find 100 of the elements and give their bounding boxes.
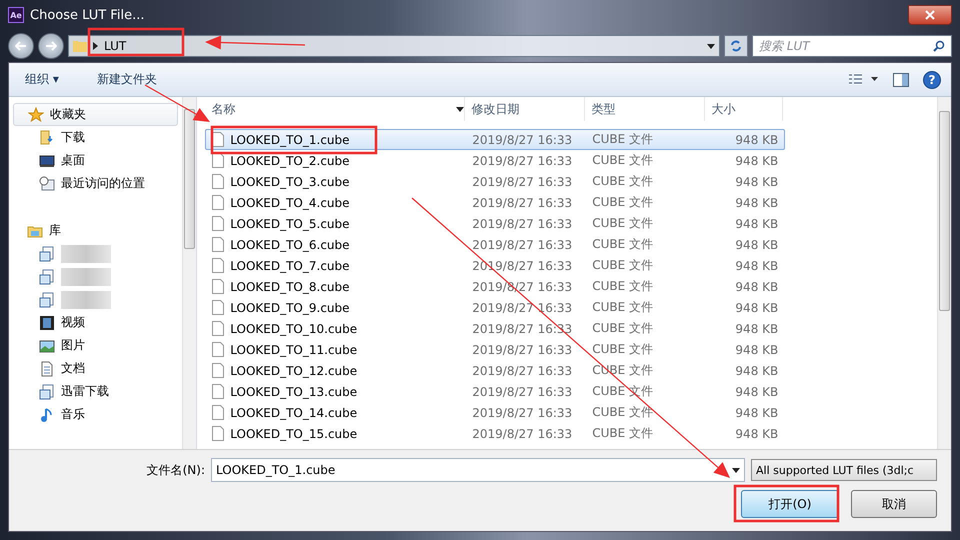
folder-icon bbox=[73, 40, 87, 52]
type-cell-text: CUBE 文件 bbox=[591, 341, 654, 358]
file-row[interactable]: LOOKED_TO_3.cube 2019/8/27 16:33 CUBE 文件 948 KB bbox=[205, 171, 786, 192]
date-cell-text: 2019/8/27 16:33 bbox=[471, 216, 574, 230]
type-cell-text: CUBE 文件 bbox=[591, 173, 654, 190]
date-cell-text: 2019/8/27 16:33 bbox=[471, 154, 574, 168]
file-icon bbox=[212, 384, 224, 399]
size-cell-text: 948 KB bbox=[734, 174, 780, 188]
file-row[interactable]: LOOKED_TO_9.cube 2019/8/27 16:33 CUBE 文件 948 KB bbox=[205, 297, 786, 318]
sidebar-item[interactable]: 图片 bbox=[9, 334, 182, 357]
help-button[interactable]: ? bbox=[923, 70, 941, 88]
file-list-scrollbar[interactable] bbox=[937, 97, 951, 449]
file-row[interactable]: LOOKED_TO_4.cube 2019/8/27 16:33 CUBE 文件 948 KB bbox=[205, 192, 786, 213]
sidebar-item[interactable]: 桌面 bbox=[9, 149, 182, 172]
file-icon bbox=[212, 279, 224, 294]
sidebar-label: 桌面 bbox=[61, 152, 85, 169]
date-cell-text: 2019/8/27 16:33 bbox=[471, 196, 574, 210]
size-cell-text: 948 KB bbox=[734, 280, 780, 294]
file-name-cell: LOOKED_TO_10.cube bbox=[206, 321, 358, 336]
sidebar-label: 最近访问的位置 bbox=[61, 175, 145, 192]
sidebar-label: 文档 bbox=[61, 360, 85, 377]
file-icon bbox=[212, 405, 224, 420]
sidebar-item[interactable]: 库 bbox=[9, 219, 182, 242]
monitor-icon bbox=[39, 152, 55, 168]
back-arrow-icon bbox=[15, 41, 27, 51]
path-segment[interactable]: LUT bbox=[104, 39, 126, 53]
file-name-cell: LOOKED_TO_8.cube bbox=[206, 279, 350, 294]
sidebar-item[interactable]: 下载 bbox=[9, 126, 182, 149]
file-name-cell: LOOKED_TO_6.cube bbox=[206, 237, 350, 252]
type-cell-text: CUBE 文件 bbox=[591, 320, 654, 337]
size-cell-text: 948 KB bbox=[734, 300, 780, 314]
sidebar-item[interactable]: 视频 bbox=[9, 311, 182, 334]
date-cell-text: 2019/8/27 16:33 bbox=[471, 384, 574, 398]
file-icon bbox=[212, 153, 224, 168]
app-logo: Ae bbox=[8, 7, 24, 23]
new-folder-button[interactable]: 新建文件夹 bbox=[90, 69, 163, 90]
file-type-dropdown[interactable]: All supported LUT files (3dl;c bbox=[751, 459, 937, 481]
cancel-button[interactable]: 取消 bbox=[851, 490, 937, 518]
document-icon bbox=[39, 360, 55, 376]
type-cell-text: CUBE 文件 bbox=[591, 215, 654, 232]
breadcrumb-arrow-icon bbox=[93, 42, 98, 50]
file-row[interactable]: LOOKED_TO_14.cube 2019/8/27 16:33 CUBE 文件 948 KB bbox=[205, 402, 786, 423]
date-cell-text: 2019/8/27 16:33 bbox=[471, 342, 574, 356]
column-header[interactable]: 类型 bbox=[585, 97, 706, 121]
file-name-cell: LOOKED_TO_11.cube bbox=[206, 342, 358, 357]
column-header[interactable]: 修改日期 bbox=[465, 97, 586, 121]
file-row[interactable]: LOOKED_TO_2.cube 2019/8/27 16:33 CUBE 文件 948 KB bbox=[205, 150, 786, 171]
sidebar-item[interactable]: 最近访问的位置 bbox=[9, 172, 182, 195]
size-cell-text: 948 KB bbox=[734, 154, 780, 168]
preview-pane-icon[interactable] bbox=[893, 72, 909, 86]
blurred-label bbox=[61, 268, 111, 286]
open-button[interactable]: 打开(O) bbox=[741, 490, 839, 518]
file-name-cell: LOOKED_TO_2.cube bbox=[206, 153, 350, 168]
dropdown-caret-icon bbox=[732, 468, 740, 472]
sidebar-item[interactable]: 文档 bbox=[9, 357, 182, 380]
file-icon bbox=[212, 237, 224, 252]
refresh-button[interactable] bbox=[724, 35, 748, 57]
dropdown-caret-icon bbox=[456, 106, 464, 112]
close-button[interactable] bbox=[908, 5, 952, 25]
date-cell-text: 2019/8/27 16:33 bbox=[471, 364, 574, 378]
forward-button[interactable] bbox=[38, 33, 64, 59]
sidebar-item[interactable]: 迅雷下载 bbox=[9, 380, 182, 403]
type-cell-text: CUBE 文件 bbox=[591, 278, 654, 295]
file-row[interactable]: LOOKED_TO_1.cube 2019/8/27 16:33 CUBE 文件 948 KB bbox=[205, 129, 786, 150]
type-cell-text: CUBE 文件 bbox=[591, 152, 654, 169]
blurred-label bbox=[61, 290, 111, 308]
file-icon bbox=[212, 195, 224, 210]
file-icon bbox=[212, 342, 224, 357]
organize-menu[interactable]: 组织 ▾ bbox=[19, 69, 65, 90]
sidebar-scrollbar[interactable] bbox=[182, 97, 196, 449]
sidebar-item[interactable]: 音乐 bbox=[9, 403, 182, 426]
file-row[interactable]: LOOKED_TO_6.cube 2019/8/27 16:33 CUBE 文件 948 KB bbox=[205, 234, 786, 255]
file-row[interactable]: LOOKED_TO_11.cube 2019/8/27 16:33 CUBE 文件 948 KB bbox=[205, 339, 786, 360]
file-icon bbox=[212, 300, 224, 315]
search-placeholder: 搜索 LUT bbox=[759, 38, 810, 54]
annotation-arrow bbox=[144, 84, 210, 122]
file-name-cell: LOOKED_TO_4.cube bbox=[206, 195, 350, 210]
back-button[interactable] bbox=[8, 33, 34, 59]
dropdown-caret-icon bbox=[707, 44, 715, 48]
date-cell-text: 2019/8/27 16:33 bbox=[471, 238, 574, 252]
search-icon bbox=[933, 40, 945, 52]
forward-arrow-icon bbox=[45, 41, 57, 51]
file-row[interactable]: LOOKED_TO_5.cube 2019/8/27 16:33 CUBE 文件 948 KB bbox=[205, 213, 786, 234]
file-icon bbox=[212, 132, 224, 147]
library-icon bbox=[39, 292, 55, 308]
file-row[interactable]: LOOKED_TO_15.cube 2019/8/27 16:33 CUBE 文件 948 KB bbox=[205, 423, 786, 444]
address-field[interactable]: LUT bbox=[68, 35, 720, 57]
sidebar-label: 下载 bbox=[61, 129, 85, 146]
date-cell-text: 2019/8/27 16:33 bbox=[471, 174, 574, 188]
library-icon bbox=[39, 268, 55, 284]
film-icon bbox=[39, 314, 55, 330]
column-header[interactable]: 大小 bbox=[705, 97, 784, 121]
type-cell-text: CUBE 文件 bbox=[591, 257, 654, 274]
view-options-icon[interactable] bbox=[849, 74, 879, 86]
file-icon bbox=[212, 174, 224, 189]
size-cell-text: 948 KB bbox=[734, 258, 780, 272]
file-name-cell: LOOKED_TO_9.cube bbox=[206, 300, 350, 315]
filename-field[interactable]: LOOKED_TO_1.cube bbox=[211, 458, 745, 482]
favorites-header[interactable]: 收藏夹 bbox=[13, 103, 178, 126]
file-name-cell: LOOKED_TO_7.cube bbox=[206, 258, 350, 273]
